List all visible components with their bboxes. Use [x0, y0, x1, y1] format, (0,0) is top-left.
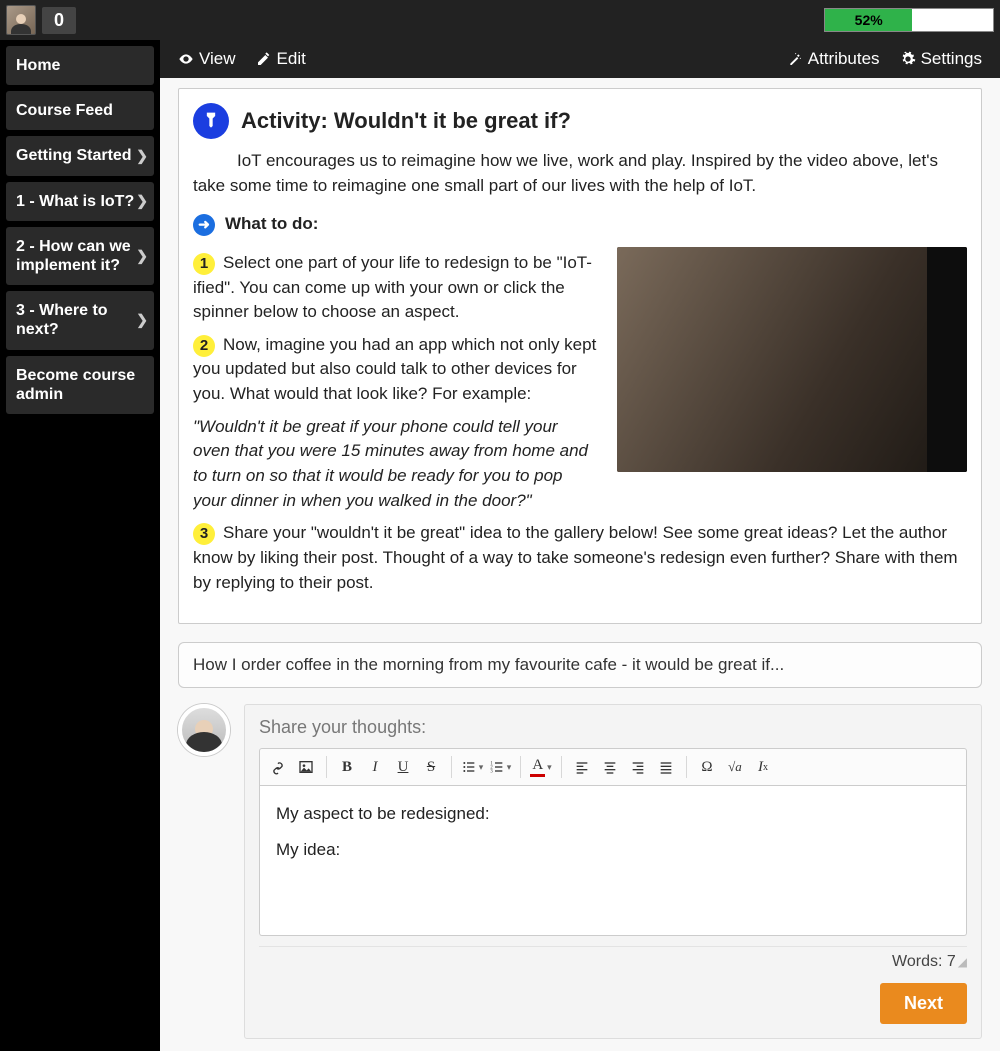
svg-text:3: 3 [490, 770, 493, 775]
progress-fill: 52% [825, 9, 912, 31]
word-count: Words: 7◢ [259, 946, 967, 971]
sidebar-item-label: 1 - What is IoT? [16, 193, 134, 210]
clear-format-icon[interactable]: Ix [749, 753, 777, 781]
composer: Share your thoughts: B I U S ▾ 123▾ A▾ [244, 704, 982, 1039]
tab-settings[interactable]: Settings [890, 43, 992, 75]
avatar[interactable] [6, 5, 36, 35]
activity-title: Activity: Wouldn't it be great if? [241, 105, 571, 137]
sqrt-icon[interactable]: √a [721, 753, 749, 781]
sidebar-item-getting-started[interactable]: Getting Started ❯ [6, 136, 154, 175]
step-number-icon: 2 [193, 335, 215, 357]
next-button[interactable]: Next [880, 983, 967, 1024]
chevron-right-icon: ❯ [136, 148, 148, 165]
sidebar: Home Course Feed Getting Started ❯ 1 - W… [0, 40, 160, 1051]
progress-bar: 52% [824, 8, 994, 32]
avatar[interactable] [178, 704, 230, 756]
align-center-icon[interactable] [596, 753, 624, 781]
activity-card: Activity: Wouldn't it be great if? IoT e… [178, 88, 982, 624]
tab-attributes[interactable]: Attributes [777, 43, 890, 75]
gear-icon [900, 51, 916, 67]
omega-icon[interactable]: Ω [693, 753, 721, 781]
strike-icon[interactable]: S [417, 753, 445, 781]
chevron-right-icon: ❯ [136, 193, 148, 210]
editor-line: My idea: [276, 840, 950, 860]
tab-view[interactable]: View [168, 43, 246, 75]
italic-icon[interactable]: I [361, 753, 389, 781]
underline-icon[interactable]: U [389, 753, 417, 781]
step-number-icon: 1 [193, 253, 215, 275]
sidebar-item-where-next[interactable]: 3 - Where to next? ❯ [6, 291, 154, 349]
tab-label: Attributes [808, 49, 880, 69]
sidebar-item-home[interactable]: Home [6, 46, 154, 85]
resize-icon[interactable]: ◢ [958, 955, 967, 969]
eye-icon [178, 51, 194, 67]
main: View Edit Attributes Settings [160, 40, 1000, 1051]
activity-intro: IoT encourages us to reimagine how we li… [193, 149, 967, 198]
editor-toolbar: B I U S ▾ 123▾ A▾ [259, 748, 967, 786]
sidebar-item-label: 2 - How can we implement it? [16, 238, 131, 274]
tab-label: Settings [921, 49, 982, 69]
chevron-right-icon: ❯ [136, 248, 148, 265]
tabbar: View Edit Attributes Settings [160, 40, 1000, 78]
what-to-do-label: What to do: [225, 212, 318, 237]
pencil-icon [256, 51, 272, 67]
bold-icon[interactable]: B [333, 753, 361, 781]
wand-icon [787, 51, 803, 67]
notification-count[interactable]: 0 [42, 7, 76, 34]
chevron-right-icon: ❯ [136, 312, 148, 329]
step-number-icon: 3 [193, 523, 215, 545]
activity-step: 3Share your "wouldn't it be great" idea … [193, 521, 967, 595]
sidebar-item-what-is-iot[interactable]: 1 - What is IoT? ❯ [6, 182, 154, 221]
arrow-right-icon: ➜ [193, 214, 215, 236]
align-justify-icon[interactable] [652, 753, 680, 781]
sidebar-item-label: 3 - Where to next? [16, 302, 108, 338]
align-right-icon[interactable] [624, 753, 652, 781]
numbered-list-icon[interactable]: 123▾ [486, 753, 514, 781]
sidebar-item-label: Become course admin [16, 367, 135, 403]
text-color-icon[interactable]: A▾ [527, 753, 555, 781]
activity-image [617, 247, 967, 472]
align-left-icon[interactable] [568, 753, 596, 781]
sidebar-item-course-feed[interactable]: Course Feed [6, 91, 154, 130]
sidebar-item-label: Course Feed [16, 102, 113, 119]
sidebar-item-become-admin[interactable]: Become course admin [6, 356, 154, 414]
sidebar-item-label: Getting Started [16, 147, 132, 164]
tab-label: View [199, 49, 236, 69]
bulleted-list-icon[interactable]: ▾ [458, 753, 486, 781]
activity-icon [193, 103, 229, 139]
editor-body[interactable]: My aspect to be redesigned: My idea: [259, 786, 967, 936]
tab-label: Edit [277, 49, 306, 69]
link-icon[interactable] [264, 753, 292, 781]
sidebar-item-label: Home [16, 57, 60, 74]
image-icon[interactable] [292, 753, 320, 781]
composer-title: Share your thoughts: [259, 717, 967, 738]
topbar: 0 52% [0, 0, 1000, 40]
tab-edit[interactable]: Edit [246, 43, 316, 75]
sidebar-item-how-implement[interactable]: 2 - How can we implement it? ❯ [6, 227, 154, 285]
editor-line: My aspect to be redesigned: [276, 804, 950, 824]
prompt-line[interactable]: How I order coffee in the morning from m… [178, 642, 982, 688]
